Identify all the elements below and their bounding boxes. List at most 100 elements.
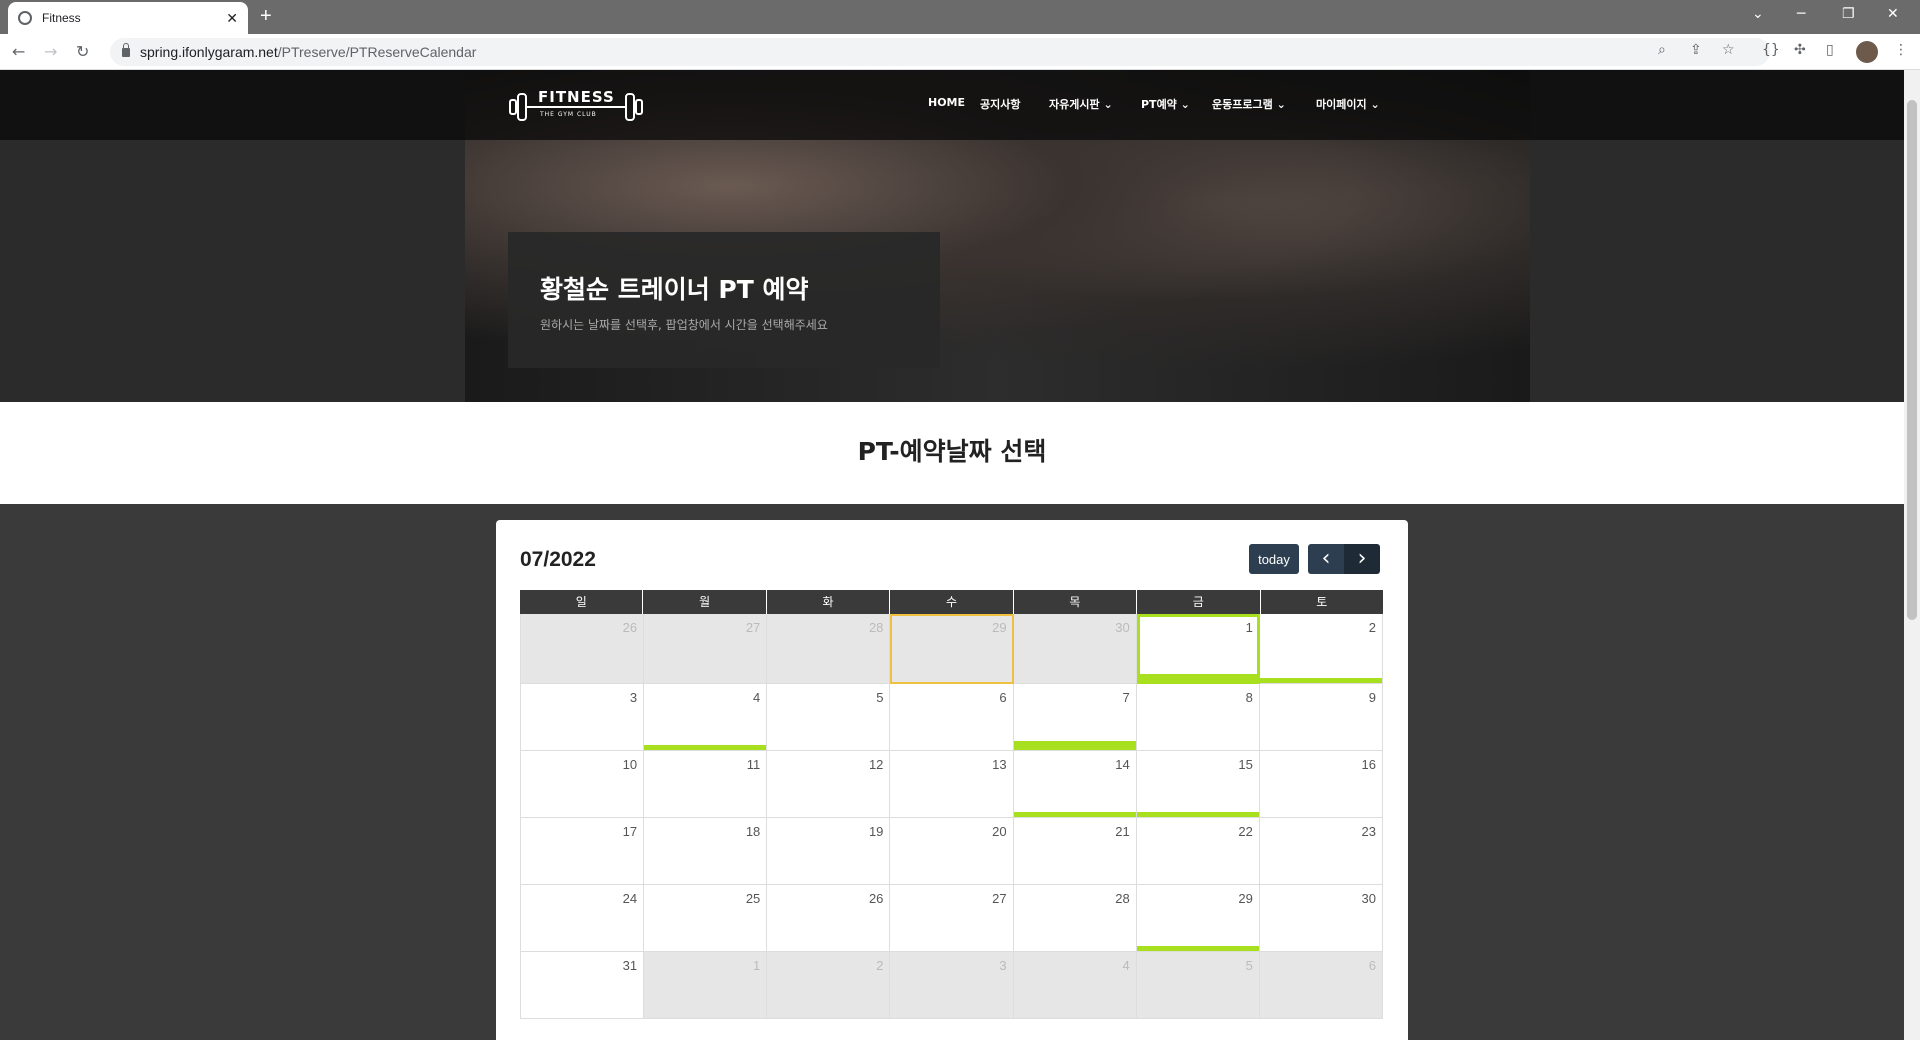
calendar-day-cell[interactable]: 9 xyxy=(1259,684,1383,751)
calendar-day-number: 13 xyxy=(992,757,1007,772)
next-month-button[interactable]: › xyxy=(1344,544,1380,574)
lock-icon[interactable] xyxy=(122,42,130,57)
calendar-day-cell[interactable]: 3 xyxy=(890,952,1014,1019)
share-icon[interactable]: ⇪ xyxy=(1690,42,1702,58)
calendar-day-number: 30 xyxy=(1115,620,1130,635)
calendar-day-cell[interactable]: 19 xyxy=(767,818,891,885)
calendar-day-cell[interactable]: 31 xyxy=(520,952,645,1019)
calendar-week-row: 26 27 28 29 30 1 2 xyxy=(520,614,1383,684)
restore-icon[interactable]: ❐ xyxy=(1842,6,1855,22)
calendar-day-cell[interactable]: 5 xyxy=(1136,952,1260,1019)
calendar-day-cell[interactable]: 6 xyxy=(1259,952,1383,1019)
reservation-event-bar[interactable] xyxy=(1136,946,1259,951)
calendar-day-cell[interactable]: 30 xyxy=(1013,614,1137,684)
calendar-day-cell[interactable]: 27 xyxy=(644,614,768,684)
calendar-day-number: 3 xyxy=(999,958,1007,973)
calendar-day-number: 31 xyxy=(622,958,638,973)
zoom-icon[interactable]: ⌕ xyxy=(1658,42,1666,58)
nav-program[interactable]: 운동프로그램 ⌄ xyxy=(1212,96,1286,112)
puzzle-icon[interactable]: ✣ xyxy=(1794,42,1806,58)
calendar-day-cell[interactable]: 5 xyxy=(767,684,891,751)
calendar-day-cell[interactable]: 8 xyxy=(1136,684,1260,751)
calendar-day-cell[interactable]: 17 xyxy=(520,818,645,885)
calendar-day-cell[interactable]: 12 xyxy=(767,751,891,818)
calendar-day-cell[interactable]: 23 xyxy=(1259,818,1383,885)
bookmark-star-icon[interactable]: ☆ xyxy=(1722,42,1735,58)
weekday-tue: 화 xyxy=(766,590,891,614)
calendar-day-cell[interactable]: 3 xyxy=(520,684,645,751)
today-button[interactable]: today xyxy=(1249,544,1299,574)
calendar-day-cell[interactable]: 14 xyxy=(1013,751,1137,818)
calendar-day-cell[interactable]: 28 xyxy=(1013,885,1137,952)
reservation-event-bar[interactable] xyxy=(1136,812,1259,817)
calendar-day-cell[interactable]: 13 xyxy=(890,751,1014,818)
reservation-event-bar[interactable] xyxy=(1259,678,1382,683)
chevron-down-icon: ⌄ xyxy=(1370,98,1380,111)
calendar-day-cell[interactable]: 25 xyxy=(644,885,768,952)
calendar-day-number: 20 xyxy=(992,824,1007,839)
weekday-header-row: 일 월 화 수 목 금 토 xyxy=(520,590,1383,614)
calendar-day-cell[interactable]: 7 xyxy=(1013,684,1137,751)
new-tab-button[interactable]: + xyxy=(260,5,272,28)
weekday-fri: 금 xyxy=(1137,590,1261,614)
close-tab-icon[interactable]: ✕ xyxy=(226,10,238,27)
hero-subtitle: 원하시는 날짜를 선택후, 팝업창에서 시간을 선택해주세요 xyxy=(540,318,828,332)
calendar-day-cell[interactable]: 30 xyxy=(1259,885,1383,952)
calendar-week-row: 24 25 26 27 28 29 30 xyxy=(520,885,1383,952)
calendar-day-number: 1 xyxy=(1245,620,1253,635)
calendar-day-cell[interactable]: 2 xyxy=(1259,614,1383,684)
calendar-day-cell[interactable]: 6 xyxy=(890,684,1014,751)
minimize-icon[interactable]: ─ xyxy=(1797,6,1805,22)
address-bar[interactable]: spring.ifonlygaram.net/PTreserve/PTReser… xyxy=(110,38,1770,66)
extension-icon[interactable]: {} xyxy=(1762,42,1780,58)
calendar-day-cell[interactable]: 28 xyxy=(767,614,891,684)
calendar-day-cell[interactable]: 21 xyxy=(1013,818,1137,885)
calendar-day-cell[interactable]: 11 xyxy=(644,751,768,818)
reservation-event-bar[interactable] xyxy=(644,745,767,750)
calendar-day-cell[interactable]: 18 xyxy=(644,818,768,885)
calendar-day-cell[interactable]: 22 xyxy=(1136,818,1260,885)
calendar-day-number: 27 xyxy=(745,620,761,635)
nav-notice[interactable]: 공지사항 xyxy=(980,96,1020,112)
calendar-day-cell[interactable]: 27 xyxy=(890,885,1014,952)
reservation-event-bar[interactable] xyxy=(1136,674,1259,683)
calendar-day-cell[interactable]: 15 xyxy=(1136,751,1260,818)
calendar-day-cell[interactable]: 4 xyxy=(1013,952,1137,1019)
calendar-day-number: 3 xyxy=(629,690,638,705)
calendar-day-number: 19 xyxy=(868,824,884,839)
prev-month-button[interactable]: ‹ xyxy=(1308,544,1344,574)
url-path: /PTreserve/PTReserveCalendar xyxy=(277,44,477,60)
calendar-day-cell[interactable]: 26 xyxy=(767,885,891,952)
reservation-event-bar[interactable] xyxy=(1013,741,1136,750)
calendar-day-cell[interactable]: 24 xyxy=(520,885,645,952)
back-icon[interactable]: ← xyxy=(12,42,25,61)
nav-board[interactable]: 자유게시판 ⌄ xyxy=(1049,96,1113,112)
reservation-event-bar[interactable] xyxy=(1013,812,1136,817)
side-panel-icon[interactable]: ▯ xyxy=(1826,42,1834,58)
calendar-day-cell[interactable]: 20 xyxy=(890,818,1014,885)
window-close-icon[interactable]: ✕ xyxy=(1887,6,1899,22)
calendar-day-cell[interactable]: 10 xyxy=(520,751,645,818)
profile-avatar[interactable] xyxy=(1856,41,1878,63)
page-viewport: FITNESS THE GYM CLUB HOME 공지사항 자유게시판 ⌄ P… xyxy=(0,70,1904,1040)
nav-pt-reserve[interactable]: PT예약 ⌄ xyxy=(1141,96,1190,112)
nav-mypage[interactable]: 마이페이지 ⌄ xyxy=(1316,96,1380,112)
calendar-day-cell[interactable]: 16 xyxy=(1259,751,1383,818)
calendar-day-number: 16 xyxy=(1361,757,1376,772)
tab-search-icon[interactable]: ⌄ xyxy=(1752,6,1764,22)
calendar-day-cell[interactable]: 1 xyxy=(644,952,768,1019)
calendar-day-cell[interactable]: 2 xyxy=(767,952,891,1019)
menu-icon[interactable]: ⋮ xyxy=(1894,42,1908,58)
scrollbar-thumb[interactable] xyxy=(1907,100,1917,620)
browser-tab[interactable]: Fitness ✕ xyxy=(8,2,248,34)
calendar-day-cell[interactable]: 29 xyxy=(1136,885,1260,952)
site-logo[interactable]: FITNESS THE GYM CLUB xyxy=(508,84,644,128)
calendar-day-cell[interactable]: 26 xyxy=(520,614,645,684)
calendar-day-cell[interactable]: 4 xyxy=(644,684,768,751)
forward-icon[interactable]: → xyxy=(44,42,57,61)
calendar-day-cell[interactable]: 29 xyxy=(890,614,1014,684)
calendar-day-cell[interactable]: 1 xyxy=(1136,614,1260,684)
calendar-day-number: 12 xyxy=(868,757,884,772)
reload-icon[interactable]: ↻ xyxy=(76,42,89,61)
nav-home[interactable]: HOME xyxy=(928,96,965,109)
